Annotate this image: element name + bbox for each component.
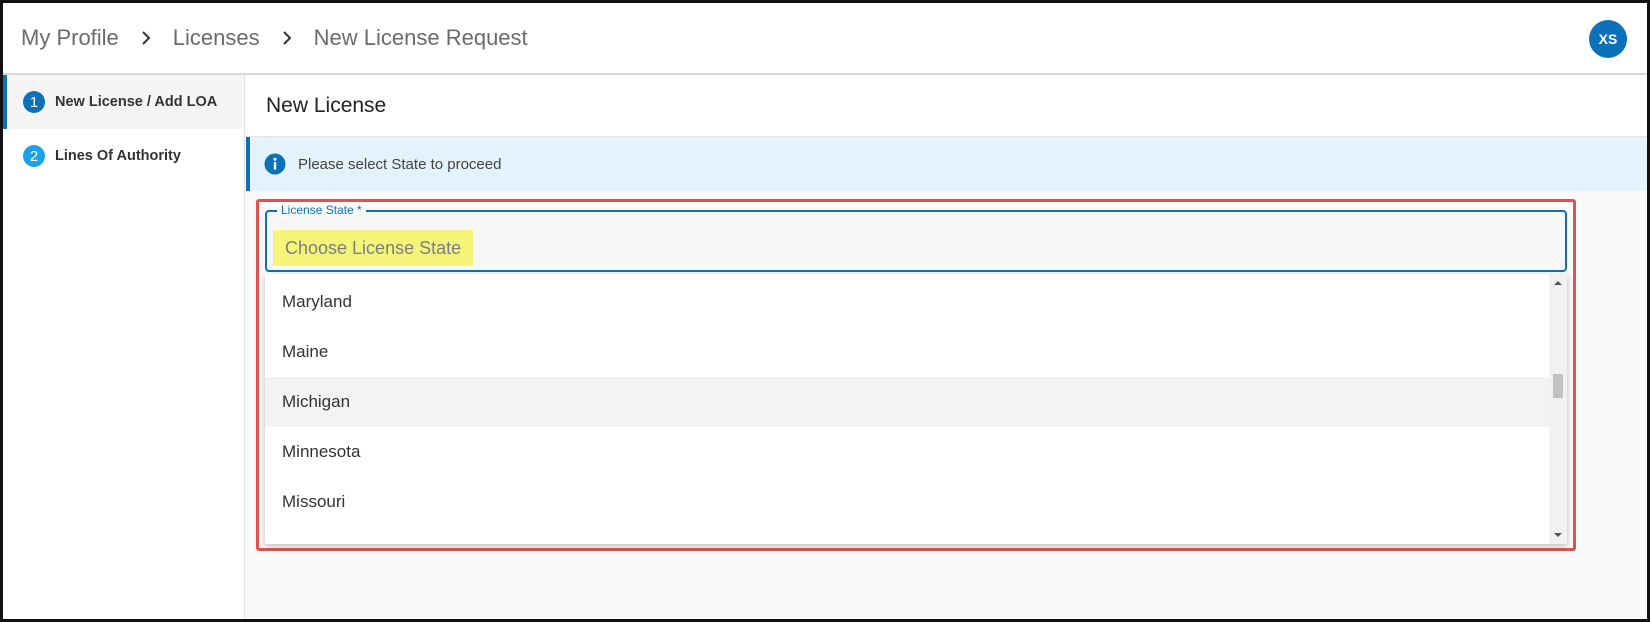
app-window: My Profile Licenses New License Request … [0, 0, 1650, 622]
chevron-right-icon [119, 31, 173, 45]
dropdown-scrollbar[interactable] [1549, 274, 1567, 544]
license-state-select[interactable]: License State * Choose License State [265, 203, 1567, 272]
sidebar-step-lines-of-authority[interactable]: 2 Lines Of Authority [3, 129, 244, 183]
step-number-badge: 2 [23, 145, 45, 167]
option-maine[interactable]: Maine [265, 327, 1549, 377]
main-content: New License Please select State to proce… [246, 75, 1647, 619]
title-bar: New License [246, 75, 1647, 137]
sidebar-step-new-license[interactable]: 1 New License / Add LOA [3, 75, 244, 129]
breadcrumb: My Profile Licenses New License Request [21, 25, 528, 51]
info-icon [264, 153, 286, 175]
info-message: Please select State to proceed [298, 155, 502, 173]
option-minnesota[interactable]: Minnesota [265, 427, 1549, 477]
license-state-label: License State * [277, 203, 366, 217]
page-title: New License [266, 93, 387, 117]
step-number-badge: 1 [23, 91, 45, 113]
option-missouri[interactable]: Missouri [265, 477, 1549, 527]
license-state-placeholder: Choose License State [273, 230, 474, 266]
breadcrumb-new-license-request: New License Request [313, 25, 528, 50]
sidebar-step-label: New License / Add LOA [55, 94, 218, 110]
avatar[interactable]: XS [1589, 20, 1627, 58]
highlight-frame: License State * Choose License State Mar… [256, 199, 1576, 551]
scroll-down-icon[interactable] [1553, 530, 1563, 540]
chevron-right-icon [260, 31, 314, 45]
breadcrumb-my-profile[interactable]: My Profile [21, 25, 119, 51]
option-maryland[interactable]: Maryland [265, 277, 1549, 327]
scroll-thumb[interactable] [1553, 374, 1563, 398]
option-michigan[interactable]: Michigan [265, 377, 1549, 427]
sidebar: 1 New License / Add LOA 2 Lines Of Autho… [3, 75, 245, 619]
breadcrumb-licenses[interactable]: Licenses [173, 25, 260, 51]
scroll-up-icon[interactable] [1553, 278, 1563, 288]
info-banner: Please select State to proceed [246, 137, 1647, 191]
option-list: Maryland Maine Michigan Minnesota Missou… [265, 277, 1549, 527]
header-bar: My Profile Licenses New License Request … [3, 3, 1647, 75]
state-dropdown-list: Maryland Maine Michigan Minnesota Missou… [265, 274, 1567, 544]
sidebar-step-label: Lines Of Authority [55, 148, 181, 164]
